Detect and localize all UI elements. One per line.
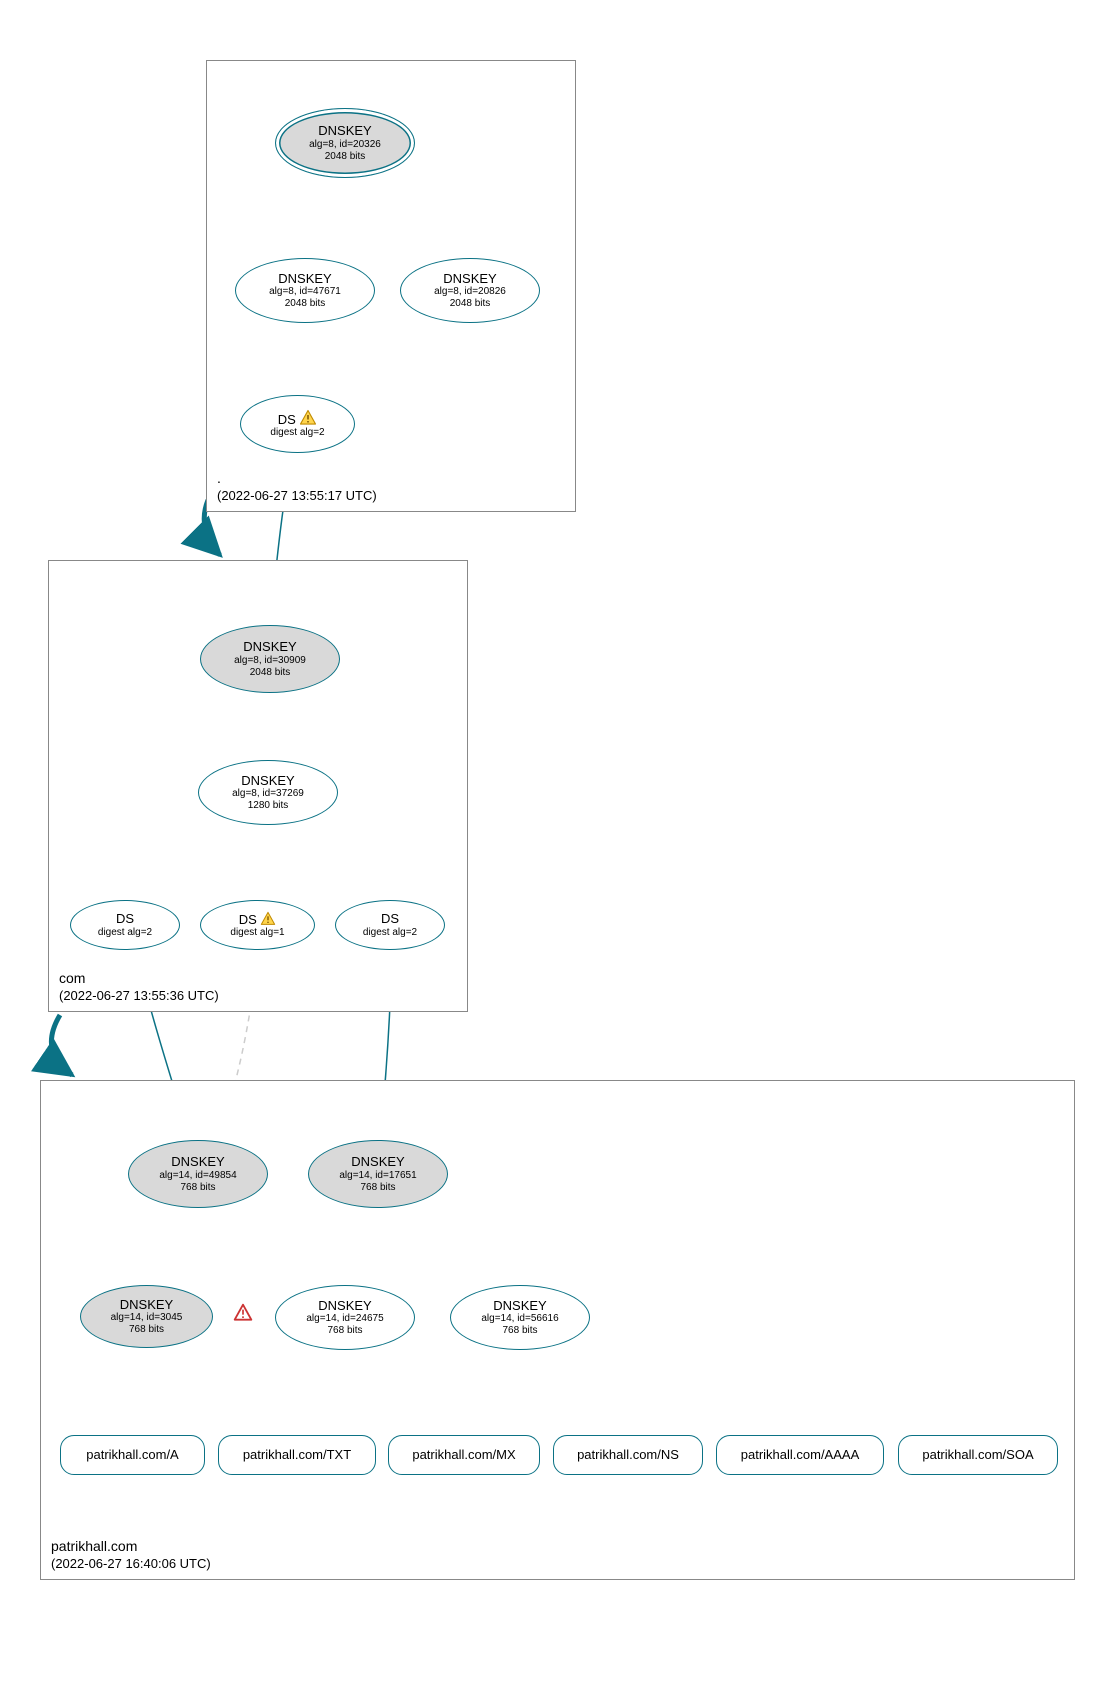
node-com-ksk[interactable]: DNSKEY alg=8, id=30909 2048 bits <box>200 625 340 693</box>
rrset-aaaa[interactable]: patrikhall.com/AAAA <box>716 1435 884 1475</box>
node-ph-ksk1[interactable]: DNSKEY alg=14, id=49854 768 bits <box>128 1140 268 1208</box>
zone-com-timestamp: (2022-06-27 13:55:36 UTC) <box>59 988 219 1003</box>
node-root-standby[interactable]: DNSKEY alg=8, id=20826 2048 bits <box>400 258 540 323</box>
zone-leaf-label: patrikhall.com (2022-06-27 16:40:06 UTC) <box>51 1537 211 1573</box>
node-root-ds[interactable]: DS digest alg=2 <box>240 395 355 453</box>
node-root-zsk[interactable]: DNSKEY alg=8, id=47671 2048 bits <box>235 258 375 323</box>
warning-icon <box>260 911 276 927</box>
zone-root-label: . (2022-06-27 13:55:17 UTC) <box>217 469 377 505</box>
rrset-soa[interactable]: patrikhall.com/SOA <box>898 1435 1058 1475</box>
node-ph-zsk2[interactable]: DNSKEY alg=14, id=56616 768 bits <box>450 1285 590 1350</box>
rrset-txt[interactable]: patrikhall.com/TXT <box>218 1435 376 1475</box>
zone-com-name: com <box>59 970 85 986</box>
node-com-ds3[interactable]: DS digest alg=2 <box>335 900 445 950</box>
zone-root-timestamp: (2022-06-27 13:55:17 UTC) <box>217 488 377 503</box>
node-com-ds1[interactable]: DS digest alg=2 <box>70 900 180 950</box>
node-ph-ksk3[interactable]: DNSKEY alg=14, id=3045 768 bits <box>80 1285 213 1348</box>
rrset-mx[interactable]: patrikhall.com/MX <box>388 1435 540 1475</box>
zone-leaf-name: patrikhall.com <box>51 1538 137 1554</box>
warning-icon <box>299 409 317 427</box>
error-icon <box>233 1303 253 1323</box>
rrset-a[interactable]: patrikhall.com/A <box>60 1435 205 1475</box>
node-root-ksk[interactable]: DNSKEY alg=8, id=20326 2048 bits <box>275 108 415 178</box>
zone-leaf-timestamp: (2022-06-27 16:40:06 UTC) <box>51 1556 211 1571</box>
node-com-ds2[interactable]: DS digest alg=1 <box>200 900 315 950</box>
node-ph-zsk1[interactable]: DNSKEY alg=14, id=24675 768 bits <box>275 1285 415 1350</box>
node-com-zsk[interactable]: DNSKEY alg=8, id=37269 1280 bits <box>198 760 338 825</box>
dnssec-graph: . (2022-06-27 13:55:17 UTC) com (2022-06… <box>0 0 1093 1701</box>
node-ph-ksk2[interactable]: DNSKEY alg=14, id=17651 768 bits <box>308 1140 448 1208</box>
zone-root-name: . <box>217 470 221 486</box>
rrset-ns[interactable]: patrikhall.com/NS <box>553 1435 703 1475</box>
zone-com-label: com (2022-06-27 13:55:36 UTC) <box>59 969 219 1005</box>
